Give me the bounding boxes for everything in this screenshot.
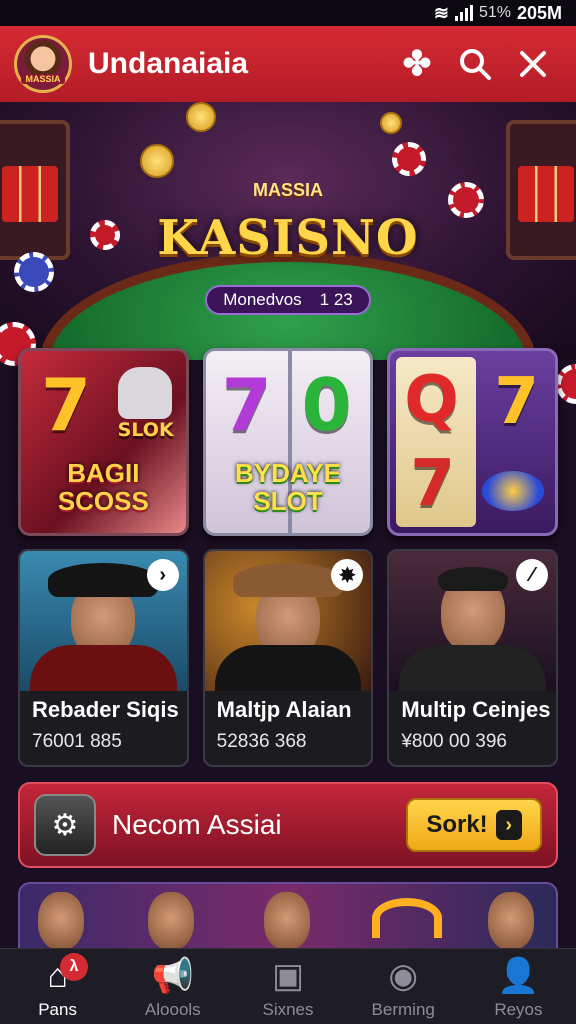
box-icon: ▣ [271,957,305,995]
nav-item-berming[interactable]: ◉ Berming [346,949,461,1024]
slot-symbol: 7 [410,447,455,521]
slot-badge: SLOK [117,419,174,441]
player-photo: › [20,551,187,691]
coin-decor [186,102,216,132]
coin-balance-value: 1 23 [319,290,353,309]
megaphone-icon: 📢 [151,957,194,995]
players-row: › Rebader Siqis 76001 885 ✸ Maltjp Alaia… [18,549,559,767]
player-score: ¥800 00 396 [401,731,508,752]
hero-banner[interactable]: MASSIA KASISNO Monedvos 1 23 [0,102,576,360]
player-body [214,645,362,691]
coin-balance-label: Monedvos [223,290,302,309]
slash-icon[interactable]: ⁄ [516,559,549,591]
nav-label: Sixnes [262,1000,314,1019]
chevron-right-icon: › [495,810,522,840]
slot-game-card[interactable]: Q 7 7 [387,348,559,536]
coin-decor [380,112,402,134]
status-bar: ≋ 51% 205M [0,0,576,26]
slot-symbol: 0 [301,363,352,447]
nav-label: Berming [371,1000,435,1019]
cat-icon [117,367,172,419]
player-thumb [38,892,84,950]
player-body [30,645,177,691]
clock: 205M [516,2,562,23]
player-photo: ✸ [204,551,372,691]
player-card[interactable]: › Rebader Siqis 76001 885 [18,549,189,767]
coin-decor [140,144,174,178]
slot-title: BAGII SCOSS [57,458,149,516]
hat-icon [48,563,159,597]
logo-subtitle: MASSIA [252,180,323,200]
nav-label: Reyos [494,1000,543,1019]
player-name: Maltjp Alaian [216,697,352,722]
signal-icon [454,5,473,21]
nav-label: Pans [38,1000,77,1019]
app-title: Undanaiaia [88,47,249,80]
slot-game-card[interactable]: 7 0 BYDAYE SLOT [202,348,374,536]
hair-icon [437,567,508,591]
nav-item-aloools[interactable]: 📢 Aloools [115,949,230,1024]
nav-label: Aloools [144,1000,201,1019]
avatar-label: MASSIA [21,74,65,84]
hat-icon [233,563,343,597]
player-card[interactable]: ⁄ Multip Ceinjes ¥800 00 396 [387,549,559,767]
chip-decor [556,364,576,404]
bottom-nav: ⌂ λ Pans 📢 Aloools ▣ Sixnes ◉ Berming 👤 … [0,948,576,1024]
promo-button[interactable]: Sork! › [406,798,542,852]
player-card[interactable]: ✸ Maltjp Alaian 52836 368 [202,549,374,767]
close-icon[interactable] [504,35,562,93]
wifi-icon: ≋ [433,2,449,23]
avatar[interactable]: MASSIA [14,35,72,93]
slot-symbol: 7 [41,363,92,447]
slot-symbol: 7 [494,365,539,439]
slot-symbol: 7 [221,363,272,447]
nav-item-pans[interactable]: ⌂ λ Pans [0,949,115,1024]
slot-symbol: Q [404,363,459,437]
coin-balance[interactable]: Monedvos 1 23 [205,285,371,315]
spade-icon[interactable]: ✤ [388,35,446,93]
user-icon: 👤 [497,957,540,995]
gear-icon: ⚙ [34,794,96,856]
slot-title: BYDAYE SLOT [235,458,341,516]
player-photo: ⁄ [389,551,557,691]
wifi-icon [372,898,442,938]
slot-game-card[interactable]: 7 SLOK BAGII SCOSS [18,348,189,536]
battery-level: 51% [478,4,511,21]
nav-item-reyos[interactable]: 👤 Reyos [461,949,576,1024]
nav-item-sixnes[interactable]: ▣ Sixnes [230,949,345,1024]
genie-lamp-icon [482,471,545,511]
slot-games-row: 7 SLOK BAGII SCOSS 7 0 BYDAYE SLOT Q 7 7 [18,348,559,536]
player-body [399,645,547,691]
player-score: 76001 885 [32,731,122,752]
promo-banner: ⚙ Necom Assiai Sork! › [18,782,558,868]
player-score: 52836 368 [216,731,307,752]
chip-decor [392,142,426,176]
promo-text: Necom Assiai [112,809,282,840]
location-icon: ◉ [388,957,419,995]
app-bar: MASSIA Undanaiaia ✤ [0,26,576,102]
casino-logo: KASISNO [157,210,419,266]
notification-badge: λ [60,953,88,981]
player-thumb [148,892,194,950]
player-name: Rebader Siqis [32,697,179,722]
featured-row-peek[interactable] [18,882,558,952]
player-thumb [264,892,310,950]
promo-button-label: Sork! [426,811,488,838]
player-thumb [488,892,534,950]
search-icon[interactable] [446,35,504,93]
chevron-right-icon[interactable]: › [146,559,179,591]
splat-icon[interactable]: ✸ [331,559,364,591]
player-name: Multip Ceinjes [401,697,551,722]
